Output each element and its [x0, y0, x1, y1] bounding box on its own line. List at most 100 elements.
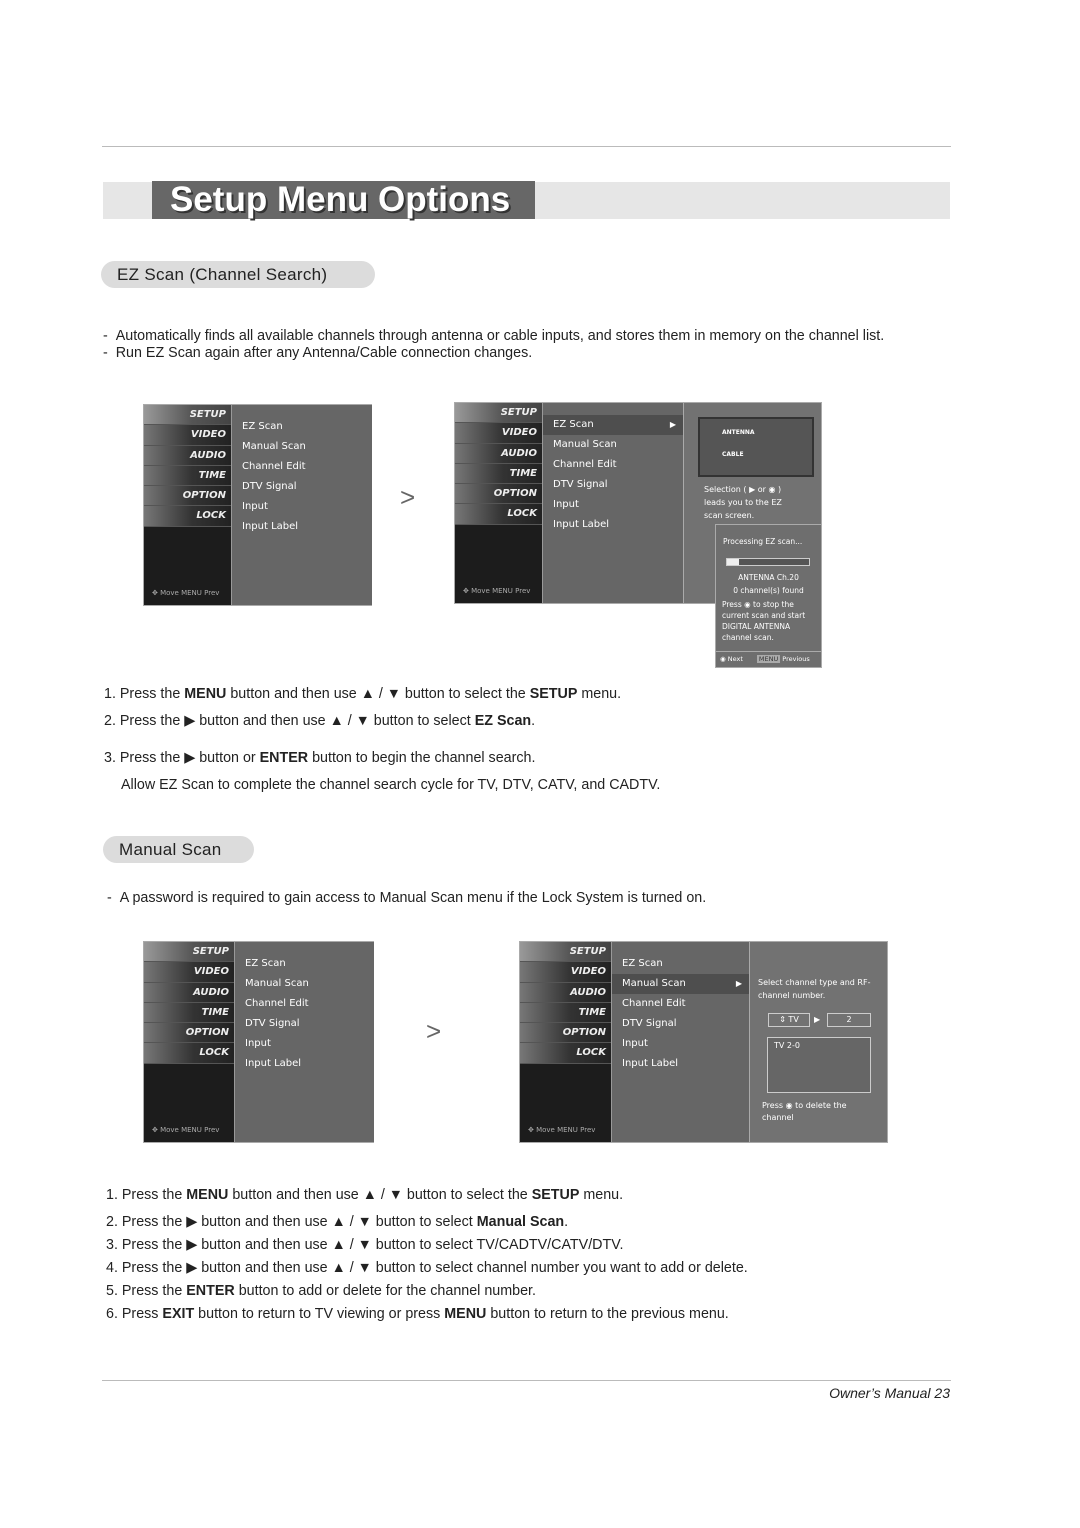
menu-item-label: EZ Scan	[245, 958, 286, 969]
menu-item-dtv-signal[interactable]: DTV Signal	[612, 1014, 750, 1034]
step: 2. Press the ▶ button and then use ▲ / ▼…	[106, 1214, 568, 1230]
sidebar-item-video[interactable]: VIDEO	[520, 962, 611, 983]
keyword: MENU	[444, 1306, 487, 1322]
bottom-rule	[102, 1380, 951, 1381]
menu-item-input-label[interactable]: Input Label	[543, 515, 684, 535]
keyword: SETUP	[531, 1187, 580, 1203]
arrow-icon: >	[400, 482, 416, 512]
sidebar-item-audio[interactable]: AUDIO	[144, 445, 231, 466]
sidebar-item-setup[interactable]: SETUP	[144, 405, 231, 426]
menu-item-input-label[interactable]: Input Label	[235, 1054, 374, 1074]
channel-number-field[interactable]: 2	[827, 1013, 871, 1027]
sidebar-item-video[interactable]: VIDEO	[144, 425, 231, 446]
sidebar-item-time[interactable]: TIME	[144, 1002, 234, 1024]
menu-item-label: DTV Signal	[622, 1018, 677, 1029]
menu-item-channel-edit[interactable]: Channel Edit	[235, 994, 374, 1014]
sidebar-item-option[interactable]: OPTION	[144, 486, 231, 507]
sidebar-item-time[interactable]: TIME	[455, 463, 542, 485]
menu-item-manual-scan[interactable]: Manual Scan	[232, 437, 372, 457]
menu-item-label: Channel Edit	[242, 461, 306, 472]
menu-item-manual-scan[interactable]: Manual Scan	[543, 435, 684, 455]
found-count: 0 channel(s) found	[733, 586, 804, 595]
step-text: menu.	[579, 1187, 624, 1203]
step-text: button to add or delete for the channel …	[234, 1283, 536, 1299]
step-text: 2. Press the ▶ button and then use ▲ / ▼…	[106, 1214, 477, 1230]
osd-menu-list: EZ Scan Manual Scan ▶ Channel Edit DTV Signa…	[611, 942, 750, 1142]
sidebar-item-video[interactable]: VIDEO	[144, 962, 234, 983]
sidebar-item-lock[interactable]: LOCK	[520, 1043, 611, 1064]
menu-item-manual-scan[interactable]: Manual Scan ▶	[612, 974, 750, 994]
bullet: - Run EZ Scan again after any Antenna/Ca…	[103, 345, 533, 361]
menu-item-manual-scan[interactable]: Manual Scan	[235, 974, 374, 994]
sidebar-item-time[interactable]: TIME	[144, 465, 231, 487]
step-text: menu.	[577, 686, 622, 702]
sidebar-item-lock[interactable]: LOCK	[144, 1043, 234, 1064]
step-text: .	[564, 1214, 569, 1230]
sidebar-item-option[interactable]: OPTION	[520, 1023, 611, 1044]
menu-item-dtv-signal[interactable]: DTV Signal	[543, 475, 684, 495]
selection-hint: Selection ( ▶ or ◉ ) leads you to the EZ…	[704, 485, 782, 520]
sidebar-item-audio[interactable]: AUDIO	[144, 982, 234, 1003]
sidebar-item-audio[interactable]: AUDIO	[520, 982, 611, 1003]
menu-item-label: Manual Scan	[622, 978, 686, 989]
menu-item-input[interactable]: Input	[235, 1034, 374, 1054]
menu-item-dtv-signal[interactable]: DTV Signal	[232, 477, 372, 497]
menu-item-label: Input Label	[245, 1058, 302, 1069]
top-rule	[102, 146, 951, 147]
menu-item-ez-scan[interactable]: EZ Scan	[232, 417, 372, 437]
menu-item-channel-edit[interactable]: Channel Edit	[543, 455, 684, 475]
sidebar-item-audio[interactable]: AUDIO	[455, 443, 542, 464]
step: Allow EZ Scan to complete the channel se…	[121, 777, 660, 793]
channel-type-select[interactable]: ⇕ TV	[768, 1013, 810, 1027]
menu-item-input[interactable]: Input	[612, 1034, 750, 1054]
step-text: button to return to the previous menu.	[486, 1306, 729, 1322]
sidebar-item-video[interactable]: VIDEO	[455, 423, 542, 444]
menu-item-label: Input Label	[622, 1058, 679, 1069]
osd-menu-list: EZ Scan Manual Scan Channel Edit DTV Signal…	[231, 405, 372, 605]
bullet: - Automatically finds all available chan…	[103, 328, 885, 344]
manual-page: Setup Menu Options EZ Scan (Channel Sear…	[0, 0, 1080, 1528]
keyword: SETUP	[529, 686, 578, 702]
step-text: 1. Press the	[104, 686, 185, 702]
osd-footer-hint: ✥ Move MENU Prev	[463, 587, 531, 595]
menu-item-ez-scan[interactable]: EZ Scan ▶	[543, 415, 684, 435]
step-text: 5. Press the	[106, 1283, 187, 1299]
menu-item-channel-edit[interactable]: Channel Edit	[612, 994, 750, 1014]
sidebar-item-option[interactable]: OPTION	[144, 1023, 234, 1044]
osd-footer-hint: ✥ Move MENU Prev	[152, 589, 220, 597]
menu-item-input-label[interactable]: Input Label	[232, 517, 372, 537]
step-text: button to begin the channel search.	[308, 750, 536, 766]
menu-item-input[interactable]: Input	[543, 495, 684, 515]
menu-item-channel-edit[interactable]: Channel Edit	[232, 457, 372, 477]
sidebar-item-time[interactable]: TIME	[520, 1002, 611, 1024]
step-text: 2. Press the ▶ button and then use ▲ / ▼…	[104, 713, 475, 729]
keyword: ENTER	[186, 1283, 235, 1299]
menu-key: MENU	[756, 655, 781, 663]
sidebar-item-lock[interactable]: LOCK	[455, 504, 542, 525]
menu-item-label: Input	[245, 1038, 271, 1049]
menu-item-ez-scan[interactable]: EZ Scan	[612, 954, 750, 974]
scan-progress-bar	[726, 558, 810, 566]
osd-sidebar: SETUP VIDEO AUDIO TIME OPTION LOCK ✥ Move MENU…	[455, 403, 542, 603]
step-text: button to return to TV viewing or press	[194, 1306, 445, 1322]
menu-item-label: Channel Edit	[553, 459, 617, 470]
sidebar-item-setup[interactable]: SETUP	[144, 942, 234, 963]
menu-item-label: DTV Signal	[245, 1018, 300, 1029]
step: 6. Press EXIT button to return to TV vie…	[106, 1306, 729, 1322]
menu-item-label: Input	[553, 499, 579, 510]
step: 1. Press the MENU button and then use ▲ …	[104, 686, 621, 702]
sidebar-item-option[interactable]: OPTION	[455, 484, 542, 505]
osd-setup-menu: SETUP VIDEO AUDIO TIME OPTION LOCK ✥ Move MENU…	[143, 404, 372, 606]
next-hint: ◉ Next	[720, 655, 743, 663]
menu-item-dtv-signal[interactable]: DTV Signal	[235, 1014, 374, 1034]
menu-item-label: Input Label	[553, 519, 610, 530]
sidebar-item-setup[interactable]: SETUP	[455, 403, 542, 424]
menu-item-label: DTV Signal	[553, 479, 608, 490]
menu-item-input[interactable]: Input	[232, 497, 372, 517]
osd-manual-scan-menu: SETUP VIDEO AUDIO TIME OPTION LOCK ✥ Move MENU…	[519, 941, 888, 1143]
sidebar-item-setup[interactable]: SETUP	[520, 942, 611, 963]
menu-item-label: EZ Scan	[622, 958, 663, 969]
sidebar-item-lock[interactable]: LOCK	[144, 506, 231, 527]
menu-item-input-label[interactable]: Input Label	[612, 1054, 750, 1074]
menu-item-ez-scan[interactable]: EZ Scan	[235, 954, 374, 974]
